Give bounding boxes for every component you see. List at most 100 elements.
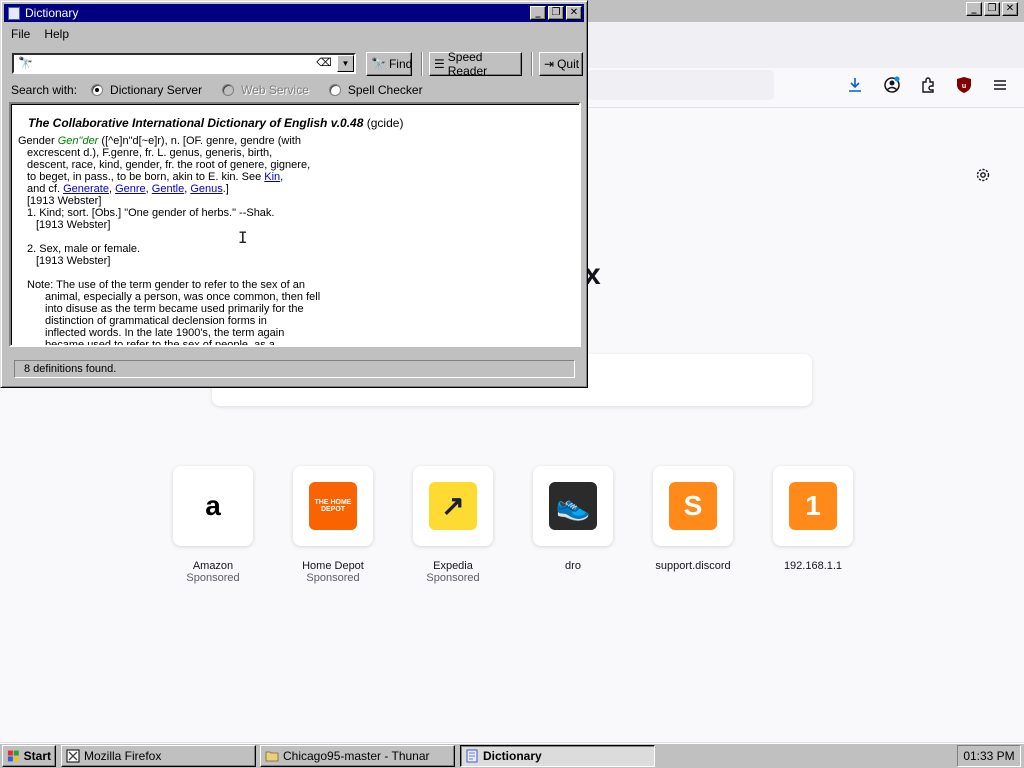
top-site-label: Home Depot xyxy=(302,560,364,572)
folder-icon xyxy=(265,751,279,762)
dictionary-app-icon xyxy=(8,6,20,20)
taskbar: Start Mozilla Firefox Chicago95-master -… xyxy=(0,742,1024,768)
note-line: Note: The use of the term gender to refe… xyxy=(27,279,306,291)
radio-label-web-service: Web Service xyxy=(241,83,309,97)
ublock-icon[interactable]: u xyxy=(955,76,973,94)
link-genre[interactable]: Genre xyxy=(115,183,146,195)
top-site-tile[interactable]: ↗ Expedia Sponsored xyxy=(412,466,494,584)
dictionary-titlebar[interactable]: Dictionary _ ❐ ✕ xyxy=(4,4,584,22)
site-logo-icon: a xyxy=(189,482,237,530)
webster-citation: [1913 Webster] xyxy=(36,255,111,267)
top-site-tile-box: S xyxy=(653,466,733,546)
windows-logo-icon xyxy=(7,750,19,762)
menu-file[interactable]: File xyxy=(4,25,37,43)
link-generate[interactable]: Generate xyxy=(63,183,109,195)
note-line: distinction of grammatical declension fo… xyxy=(45,315,267,327)
definition-pane[interactable]: The Collaborative International Dictiona… xyxy=(9,102,581,347)
close-icon[interactable]: ✕ xyxy=(566,6,582,20)
top-site-tile[interactable]: THE HOME DEPOT Home Depot Sponsored xyxy=(292,466,374,584)
top-site-label: Expedia xyxy=(433,560,473,572)
webster-citation: [1913 Webster] xyxy=(36,219,111,231)
note-line: into disuse as the term became used prim… xyxy=(45,303,304,315)
webster-citation: [1913 Webster] xyxy=(27,195,102,207)
top-site-label: Amazon xyxy=(192,560,234,572)
definition-text: The Collaborative International Dictiona… xyxy=(18,117,568,347)
site-logo-icon: 👟 xyxy=(549,482,597,530)
top-site-tile-box: 👟 xyxy=(533,466,613,546)
site-logo-icon: S xyxy=(669,482,717,530)
minimize-icon[interactable]: _ xyxy=(530,6,546,20)
clear-icon[interactable]: ⌫ xyxy=(316,57,332,69)
sponsored-label: Sponsored xyxy=(306,572,360,584)
top-site-tile[interactable]: a Amazon Sponsored xyxy=(172,466,254,584)
link-kin[interactable]: Kin xyxy=(264,171,280,183)
system-tray-clock[interactable]: 01:33 PM xyxy=(957,745,1021,767)
radio-dictionary-server[interactable] xyxy=(91,84,104,96)
menubar: File Help xyxy=(4,25,76,43)
minimize-icon[interactable]: _ xyxy=(966,2,982,16)
account-icon[interactable] xyxy=(883,76,901,94)
top-site-tile[interactable]: 1 192.168.1.1 xyxy=(772,466,854,572)
search-with-row: Search with: Dictionary Server Web Servi… xyxy=(11,83,423,97)
menu-icon[interactable] xyxy=(991,76,1009,94)
window-title: Dictionary xyxy=(25,6,79,20)
find-button[interactable]: 🔭 Find xyxy=(366,52,412,76)
download-icon[interactable] xyxy=(846,76,864,94)
definition-line: descent, race, kind, gender, fr. the roo… xyxy=(27,159,311,171)
binoculars-icon: 🔭 xyxy=(371,57,386,71)
speed-reader-icon: ☰ xyxy=(434,57,445,71)
radio-label-spell-checker[interactable]: Spell Checker xyxy=(348,83,423,97)
quit-button[interactable]: ⇥ Quit xyxy=(539,52,583,76)
firefox-window-controls: _ ❐ ✕ xyxy=(966,2,1018,16)
radio-selected-dot xyxy=(95,88,100,92)
note-line: inflected words. In the late 1900's, the… xyxy=(45,327,285,339)
start-button[interactable]: Start xyxy=(2,745,56,767)
task-dictionary[interactable]: Dictionary xyxy=(460,745,655,767)
link-gentle[interactable]: Gentle xyxy=(152,183,184,195)
status-bar: 8 definitions found. xyxy=(14,360,575,378)
link-genus[interactable]: Genus xyxy=(190,183,222,195)
note-line: became used to refer to the sex of peopl… xyxy=(45,339,275,347)
top-site-tile[interactable]: Ssupport.discord xyxy=(652,466,734,572)
definition-line: to beget, in pass., to be born, akin to … xyxy=(27,171,284,183)
dictionary-window-controls: _ ❐ ✕ xyxy=(530,6,582,20)
headword: Gen"der xyxy=(57,135,99,147)
menu-help[interactable]: Help xyxy=(37,25,76,43)
maximize-icon[interactable]: ❐ xyxy=(984,2,1000,16)
settings-gear-icon[interactable] xyxy=(974,166,992,184)
toolbar-separator xyxy=(531,52,533,76)
top-site-label: 192.168.1.1 xyxy=(783,560,843,572)
top-site-tile-box: a xyxy=(173,466,253,546)
top-site-label: support.discord xyxy=(655,560,731,572)
definition-line: and cf. Generate, Genre, Gentle, Genus.] xyxy=(27,183,229,195)
svg-text:u: u xyxy=(962,83,966,90)
search-with-label: Search with: xyxy=(11,83,78,97)
dictionary-toolbar: 🔭 ⌫ ▼ 🔭 Find ☰ Speed Reader ⇥ Quit xyxy=(1,49,589,79)
maximize-icon[interactable]: ❐ xyxy=(548,6,564,20)
site-logo-icon: 1 xyxy=(789,482,837,530)
definition-line: excrescent d.), F.genre, fr. L. genus, g… xyxy=(27,147,273,159)
url-bar[interactable] xyxy=(588,70,774,100)
search-input[interactable] xyxy=(38,56,308,71)
definition-line: Gender Gen"der ([^e]n"d[~e]r), n. [OF. g… xyxy=(18,135,301,147)
text-cursor-icon: I xyxy=(238,228,248,247)
top-site-tile-box: THE HOME DEPOT xyxy=(293,466,373,546)
close-icon[interactable]: ✕ xyxy=(1002,2,1018,16)
sponsored-label: Sponsored xyxy=(186,572,240,584)
sense-1: 1. Kind; sort. [Obs.] "One gender of her… xyxy=(27,207,275,219)
firefox-task-icon xyxy=(66,749,80,763)
toolbar-separator xyxy=(421,52,423,76)
speed-reader-button[interactable]: ☰ Speed Reader xyxy=(429,50,522,78)
extensions-icon[interactable] xyxy=(919,76,937,94)
dictionary-task-icon xyxy=(466,749,478,763)
radio-label-dictionary-server[interactable]: Dictionary Server xyxy=(110,83,202,97)
task-firefox[interactable]: Mozilla Firefox xyxy=(61,745,256,767)
task-thunar[interactable]: Chicago95-master - Thunar xyxy=(260,745,455,767)
top-site-label: dro xyxy=(565,560,581,572)
site-logo-icon: ↗ xyxy=(429,482,477,530)
search-combobox[interactable]: 🔭 ⌫ ▼ xyxy=(12,53,356,74)
top-site-tile[interactable]: 👟 dro xyxy=(532,466,614,572)
dictionary-window: Dictionary _ ❐ ✕ File Help 🔭 ⌫ ▼ 🔭 Find … xyxy=(0,0,588,388)
radio-spell-checker[interactable] xyxy=(328,84,341,96)
dropdown-arrow-icon[interactable]: ▼ xyxy=(337,55,354,72)
